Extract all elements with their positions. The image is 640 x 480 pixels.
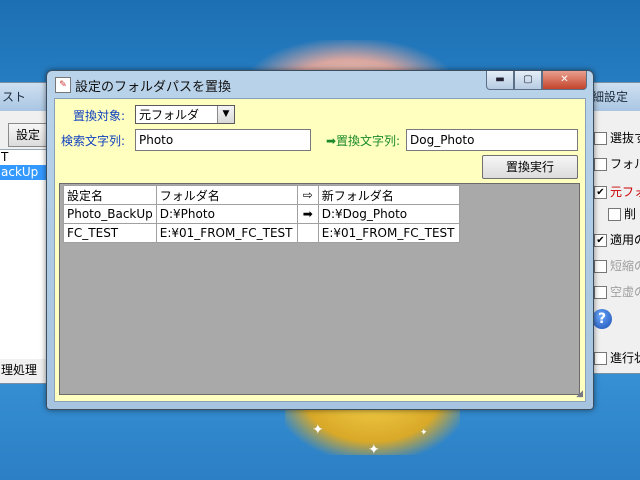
checkbox[interactable]	[594, 132, 607, 145]
cell-setting-name[interactable]: Photo_BackUp	[63, 204, 157, 224]
option-row-disabled: 空虚の	[594, 283, 640, 300]
checkbox-checked[interactable]: ✔	[594, 186, 607, 199]
option-row-disabled: 短縮の	[594, 257, 640, 274]
cell-folder-name[interactable]: D:¥Photo	[155, 204, 298, 224]
column-header-setting-name[interactable]: 設定名	[63, 185, 157, 205]
cell-setting-name[interactable]: FC_TEST	[63, 223, 157, 243]
background-window-left[interactable]: スト 設定 T ackUp 理処理	[0, 82, 51, 384]
sparkle-icon: ✦	[312, 422, 324, 438]
chevron-down-icon[interactable]: ▼	[217, 106, 234, 123]
background-settings-button[interactable]: 設定	[8, 123, 48, 147]
help-icon[interactable]: ?	[592, 309, 612, 329]
column-header-arrow[interactable]: ⇨	[296, 185, 319, 205]
option-row[interactable]: ✔適用の	[594, 231, 640, 248]
window-controls: ▬ ▢ ✕	[486, 71, 587, 90]
list-item[interactable]: T	[0, 150, 48, 165]
cell-folder-name[interactable]: E:¥01_FROM_FC_TEST	[155, 223, 298, 243]
search-label: 検索文字列:	[61, 134, 126, 148]
target-select[interactable]: 元フォルダ ▼	[135, 105, 235, 124]
column-header-folder-name[interactable]: フォルダ名	[155, 185, 298, 205]
checkbox-checked[interactable]: ✔	[594, 234, 607, 247]
background-left-bottom-label: 理処理	[0, 359, 51, 381]
cell-new-folder-name[interactable]: E:¥01_FROM_FC_TEST	[317, 223, 460, 243]
background-left-title: スト	[0, 83, 50, 111]
replace-folder-path-dialog[interactable]: ✎ 設定のフォルダパスを置換 ▬ ▢ ✕ 置換対象: 元フォルダ ▼ 検索文字列…	[46, 70, 594, 410]
maximize-button[interactable]: ▢	[514, 71, 542, 90]
option-row[interactable]: 選抜す	[594, 129, 640, 146]
checkbox[interactable]	[608, 208, 621, 221]
background-setting-list[interactable]: T ackUp	[0, 149, 49, 371]
option-row[interactable]: フォルタ	[594, 155, 640, 172]
search-input[interactable]: Photo	[135, 129, 311, 151]
option-row[interactable]: ✔元フォル	[594, 183, 640, 200]
target-label: 置換対象:	[73, 109, 126, 123]
checkbox[interactable]	[594, 158, 607, 171]
cell-arrow	[296, 223, 319, 243]
minimize-button[interactable]: ▬	[486, 71, 514, 90]
resize-grip-icon[interactable]: ◢	[576, 389, 583, 399]
checkbox	[594, 260, 607, 273]
replace-label: ➡置換文字列:	[326, 134, 401, 148]
dialog-titlebar[interactable]: ✎ 設定のフォルダパスを置換 ▬ ▢ ✕	[47, 71, 593, 97]
arrow-right-icon: ➡	[296, 204, 319, 224]
column-header-new-folder-name[interactable]: 新フォルダ名	[317, 185, 460, 205]
sparkle-icon: ✦	[420, 428, 428, 438]
dialog-title: 設定のフォルダパスを置換	[75, 80, 232, 95]
app-icon: ✎	[55, 77, 71, 93]
preview-grid[interactable]: 設定名 フォルダ名 ⇨ 新フォルダ名 Photo_BackUp D:¥Photo…	[59, 183, 580, 395]
checkbox	[594, 286, 607, 299]
cell-new-folder-name[interactable]: D:¥Dog_Photo	[317, 204, 460, 224]
execute-replace-button[interactable]: 置換実行	[482, 155, 578, 179]
background-right-title: 細設定	[586, 83, 640, 111]
table-row[interactable]: FC_TEST E:¥01_FROM_FC_TEST E:¥01_FROM_FC…	[63, 223, 460, 243]
table-row[interactable]: Photo_BackUp D:¥Photo ➡ D:¥Dog_Photo	[63, 204, 460, 224]
option-row[interactable]: 進行状	[594, 349, 640, 366]
option-row[interactable]: 削	[608, 205, 636, 222]
dialog-client-area: 置換対象: 元フォルダ ▼ 検索文字列: Photo ➡置換文字列: Dog_P…	[54, 98, 586, 402]
close-button[interactable]: ✕	[542, 71, 587, 90]
list-item-selected[interactable]: ackUp	[0, 165, 48, 180]
target-select-value: 元フォルダ	[139, 108, 200, 122]
checkbox[interactable]	[594, 352, 607, 365]
sparkle-icon: ✦	[368, 442, 380, 458]
replace-input[interactable]: Dog_Photo	[406, 129, 578, 151]
grid-header-row: 設定名 フォルダ名 ⇨ 新フォルダ名	[63, 185, 460, 205]
